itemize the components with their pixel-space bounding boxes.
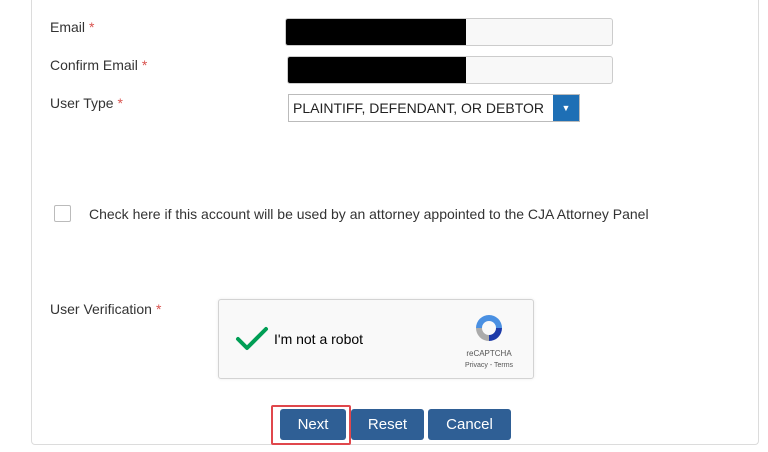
checkmark-icon[interactable] — [235, 326, 269, 352]
recaptcha-logo-icon — [476, 315, 502, 341]
chevron-down-icon[interactable]: ▼ — [553, 95, 579, 121]
recaptcha-brand: reCAPTCHA — [466, 349, 512, 358]
email-label: Email * — [50, 19, 95, 35]
recaptcha-widget: I'm not a robot reCAPTCHA Privacy - Term… — [218, 299, 534, 379]
required-marker: * — [155, 301, 162, 317]
cja-attorney-checkbox-label[interactable]: Check here if this account will be used … — [89, 205, 729, 223]
required-marker: * — [117, 95, 123, 111]
recaptcha-label: I'm not a robot — [274, 331, 364, 347]
required-marker: * — [89, 19, 95, 35]
next-button[interactable]: Next — [280, 409, 346, 440]
cja-attorney-checkbox[interactable] — [54, 205, 71, 222]
email-field[interactable] — [285, 18, 613, 46]
confirm-email-label: Confirm Email * — [50, 57, 148, 73]
user-type-value: PLAINTIFF, DEFENDANT, OR DEBTOR — [293, 100, 544, 116]
recaptcha-privacy-terms[interactable]: Privacy - Terms — [451, 362, 527, 369]
user-verification-label: User Verification * — [50, 301, 162, 317]
user-type-label: User Type * — [50, 95, 123, 111]
redaction-bar — [286, 19, 466, 45]
reset-button[interactable]: Reset — [351, 409, 424, 440]
confirm-email-field[interactable] — [287, 56, 613, 84]
cancel-button[interactable]: Cancel — [428, 409, 511, 440]
user-type-select[interactable]: PLAINTIFF, DEFENDANT, OR DEBTOR ▼ — [288, 94, 580, 122]
required-marker: * — [141, 57, 148, 73]
redaction-bar — [288, 57, 466, 83]
